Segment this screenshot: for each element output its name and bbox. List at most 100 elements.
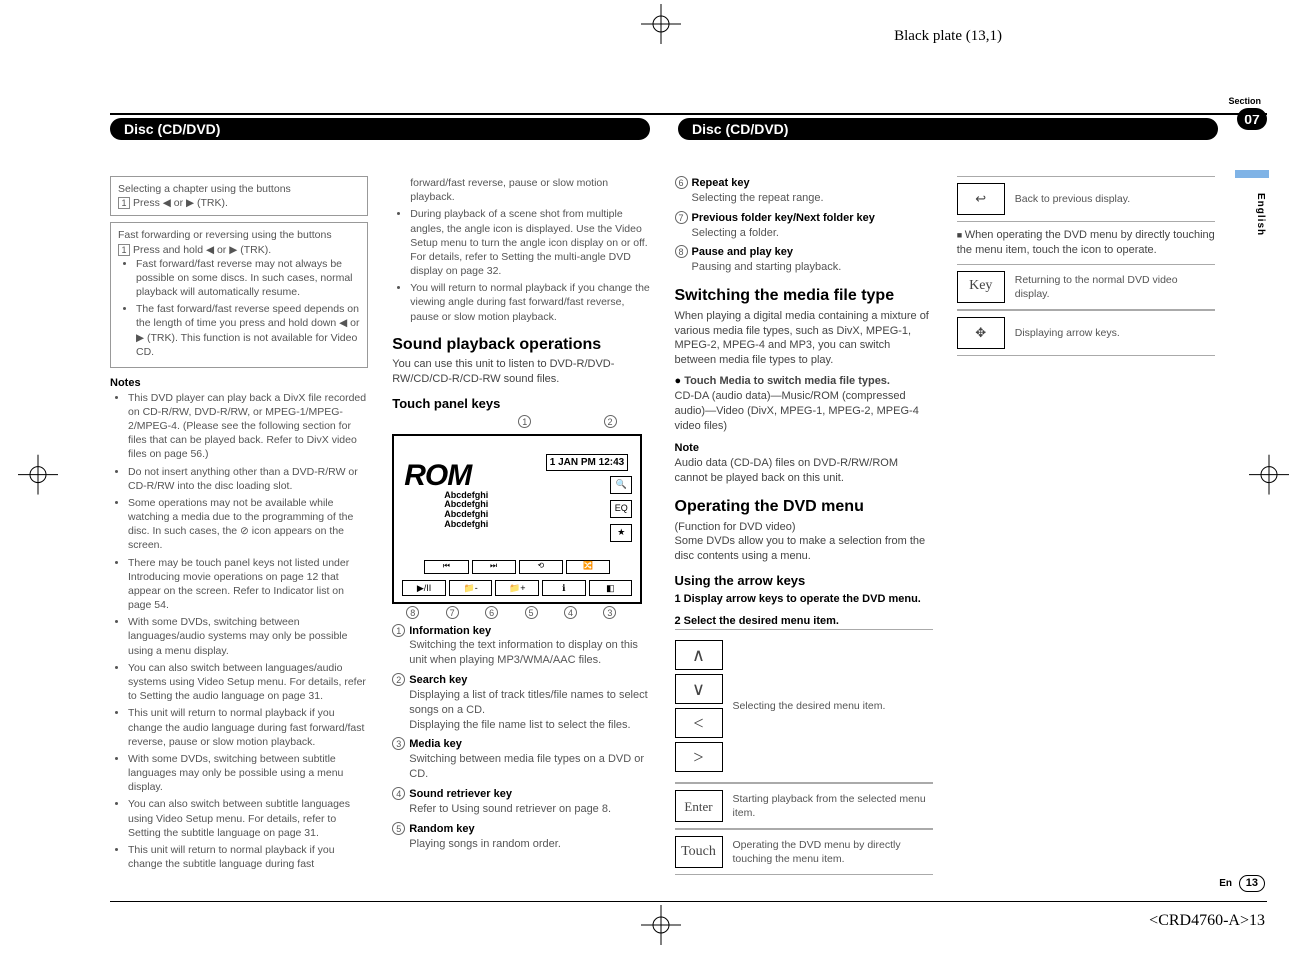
key-label: Media key [409,738,462,750]
arrow-down-icon: ∨ [675,674,723,704]
key-desc: Playing songs in random order. [409,837,650,852]
note-item: There may be touch panel keys not listed… [128,556,368,613]
key-label: Search key [409,674,467,686]
footer-rule [110,901,1267,902]
key-item: 2 Search key Displaying a list of track ti… [392,673,650,732]
box2-step: Press and hold ◀ or ▶ (TRK). [133,244,271,256]
box2-bullet: The fast forward/fast reverse speed depe… [136,302,360,359]
touch-key-row: Touch Operating the DVD menu by directly… [675,829,933,875]
key-label: Random key [409,823,474,835]
key-desc: Refer to Using sound retriever on page 8… [409,802,650,817]
key-desc: Pausing and starting playback. [692,260,933,275]
callout-icon: 5 [525,606,538,619]
box2-title: Fast forwarding or reversing using the b… [118,228,360,242]
diagram-media-icon: ◧ [589,580,633,596]
box1-step: Press ◀ or ▶ (TRK). [133,197,228,209]
key-desc: Switching between media file types on a … [409,752,650,782]
key-item: 8Pause and play keyPausing and starting … [675,245,933,275]
key-label: Repeat key [692,177,750,189]
note-item: This unit will return to normal playback… [128,706,368,749]
callout-icon: 5 [392,822,405,835]
diagram-play-icon: ▶/II [402,580,446,596]
callout-icon: 8 [675,245,688,258]
diagram-eq-icon: EQ [610,500,632,518]
op-desc: Some DVDs allow you to make a selection … [675,534,933,564]
notes-heading: Notes [110,376,368,391]
header-rule [110,113,1267,115]
key-key-icon: Key [957,271,1005,303]
note-item: Do not insert anything other than a DVD-… [128,465,368,493]
arrow-up-icon: ∧ [675,640,723,670]
body-content: Selecting a chapter using the buttons 1P… [110,176,1215,884]
callout-icon: 7 [675,211,688,224]
info-key-desc: Switching the text information to displa… [409,638,650,668]
diagram-control: 🔀 [566,560,610,574]
diagram-star-icon: ★ [610,524,632,542]
diagram-tracklist: Abcdefghi Abcdefghi Abcdefghi Abcdefghi [444,491,488,531]
section-badge: 07 [1237,108,1267,130]
back-key-desc: Back to previous display. [1015,192,1215,206]
arrow-step-1: 1 Display arrow keys to operate the DVD … [675,592,933,607]
step-number-icon: 1 [118,197,130,209]
diagram-control: ⟲ [519,560,563,574]
arrow-left-icon: < [675,708,723,738]
arrow-keys-row: ∧ ∨ < > Selecting the desired menu item. [675,629,933,783]
header-right: Disc (CD/DVD) [678,118,1218,140]
note-item: During playback of a scene shot from mul… [410,207,650,278]
switch-bullet: Touch Media to switch media file types. [684,375,890,387]
section-label: Section [1228,95,1261,107]
key-label: Previous folder key/Next folder key [692,212,875,224]
back-key-icon: ↩ [957,183,1005,215]
arrows-key-icon: ✥ [957,317,1005,349]
key-desc: Selecting the repeat range. [692,191,933,206]
callout-icon: 8 [406,606,419,619]
key-item: 6Repeat keySelecting the repeat range. [675,176,933,206]
plate-note: Black plate (13,1) [894,26,1002,46]
key-item: 7 Previous folder key/Next folder key Sele… [675,211,933,241]
arrow-step-2: 2 Select the desired menu item. [675,614,933,629]
key-key-desc: Returning to the normal DVD video displa… [1015,273,1215,301]
box2-bullet: Fast forward/fast reverse may not always… [136,257,360,300]
arrows-key-row: ✥ Displaying arrow keys. [957,310,1215,356]
enter-key-row: Enter Starting playback from the selecte… [675,783,933,829]
note-item: With some DVDs, switching between subtit… [128,752,368,795]
switch-media-heading: Switching the media file type [675,285,933,307]
back-key-row: ↩ Back to previous display. [957,176,1215,222]
diagram-control: ⏮ [424,560,468,574]
key-desc: Selecting a folder. [692,226,933,241]
touch-panel-keys-heading: Touch panel keys [392,395,650,413]
page-footer-en: En 13 [1219,875,1265,892]
crop-mark-top [641,4,681,49]
key-key-row: Key Returning to the normal DVD video di… [957,264,1215,310]
touch-key-desc: Operating the DVD menu by directly touch… [733,838,933,866]
box1-title: Selecting a chapter using the buttons [118,182,360,196]
callout-icon: 2 [604,415,617,428]
key-item: 4Sound retriever keyRefer to Using sound… [392,787,650,817]
language-tab-bar [1235,170,1269,178]
footer-en-label: En [1219,878,1232,889]
callout-icon: 4 [392,787,405,800]
information-key-item: 1Information key Switching the text info… [392,624,650,669]
arrow-keys-heading: Using the arrow keys [675,572,933,590]
footer-page-number: 13 [1239,875,1265,892]
switch-note-heading: Note [675,441,933,456]
info-key-label: Information key [409,625,491,637]
switch-media-desc: When playing a digital media containing … [675,309,933,368]
key-desc: Displaying a list of track titles/file n… [409,688,650,733]
note-item: This DVD player can play back a DivX fil… [128,391,368,462]
sound-playback-desc: You can use this unit to listen to DVD-R… [392,357,650,387]
callout-icon: 7 [446,606,459,619]
diagram-info-icon: ℹ [542,580,586,596]
key-item: 3Media keySwitching between media file t… [392,737,650,782]
crop-mark-left [18,455,58,500]
switch-note: Audio data (CD-DA) files on DVD-R/RW/ROM… [675,456,933,486]
enter-key-desc: Starting playback from the selected menu… [733,792,933,820]
footer-doc-id: <CRD4760-A>13 [1149,910,1265,932]
sound-playback-heading: Sound playback operations [392,334,650,356]
callout-icon: 1 [518,415,531,428]
switch-list: CD-DA (audio data)—Music/ROM (compressed… [675,389,933,434]
callout-icon: 2 [392,673,405,686]
note-item: You will return to normal playback if yo… [410,281,650,324]
touch-panel-diagram: ROM Abcdefghi Abcdefghi Abcdefghi Abcdef… [392,434,642,604]
box-select-chapter: Selecting a chapter using the buttons 1P… [110,176,368,216]
